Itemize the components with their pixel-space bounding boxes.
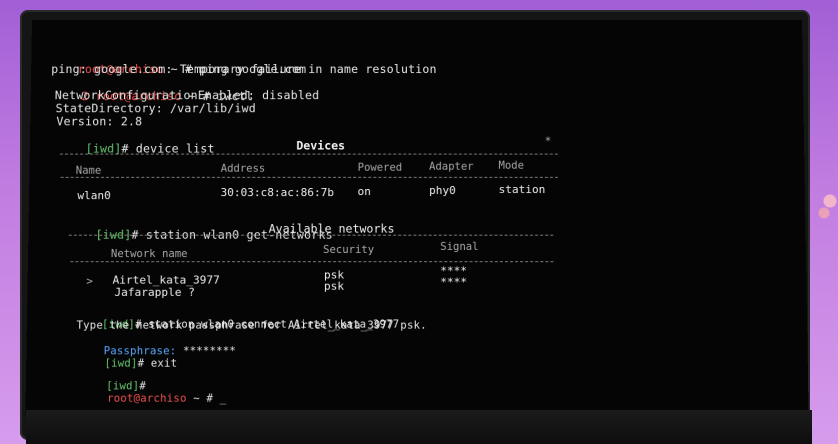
ping-error-line: ping: google.com: Temporary failure in n…: [51, 62, 437, 77]
networks-header-security: Security: [323, 243, 375, 257]
command-text: ~ # _: [186, 392, 227, 405]
terminal-screen[interactable]: root@archiso ~ # ping google.com ping: g…: [25, 20, 809, 417]
network-name-jafarapple[interactable]: Jafarapple ?: [114, 286, 195, 299]
device-name: wlan0: [77, 189, 111, 203]
state-directory-line: StateDirectory: /var/lib/iwd: [55, 101, 256, 116]
networks-table-title: Available networks: [268, 221, 395, 236]
devices-divider-top: [59, 153, 558, 155]
device-adapter: phy0: [429, 183, 456, 198]
networks-divider-bottom: [70, 261, 554, 263]
network-config-line: NetworkConfigurationEnabled: disabled: [54, 88, 320, 103]
networks-divider-top: [68, 234, 554, 236]
network-security-jafarapple: psk: [323, 279, 345, 293]
devices-star: *: [544, 134, 552, 148]
network-signal-jafarapple: ****: [440, 275, 468, 289]
device-address: 30:03:c8:ac:86:7b: [220, 185, 334, 200]
prompt-user: root@archiso: [106, 392, 187, 405]
networks-header-signal: Signal: [440, 240, 479, 254]
selected-network-marker: >: [86, 274, 94, 288]
devices-header-address: Address: [220, 162, 266, 175]
devices-header-name: Name: [75, 164, 102, 177]
devices-divider-bottom: [60, 176, 558, 178]
networks-header-name: Network name: [110, 247, 188, 261]
devices-header-powered: Powered: [357, 161, 403, 174]
devices-header-mode: Mode: [498, 159, 525, 172]
version-line: Version: 2.8: [56, 114, 143, 129]
background-flower: [818, 185, 838, 225]
laptop-bottom-bezel: [26, 410, 812, 444]
device-mode: station: [498, 182, 546, 197]
devices-header-adapter: Adapter: [429, 160, 474, 173]
passphrase-value[interactable]: ********: [176, 345, 236, 357]
device-list-command: [iwd]# device list: [57, 127, 215, 169]
device-powered: on: [357, 184, 371, 199]
devices-table-title: Devices: [296, 138, 346, 153]
passphrase-prompt-message: Type the network passphrase for Airtel_k…: [76, 319, 427, 332]
